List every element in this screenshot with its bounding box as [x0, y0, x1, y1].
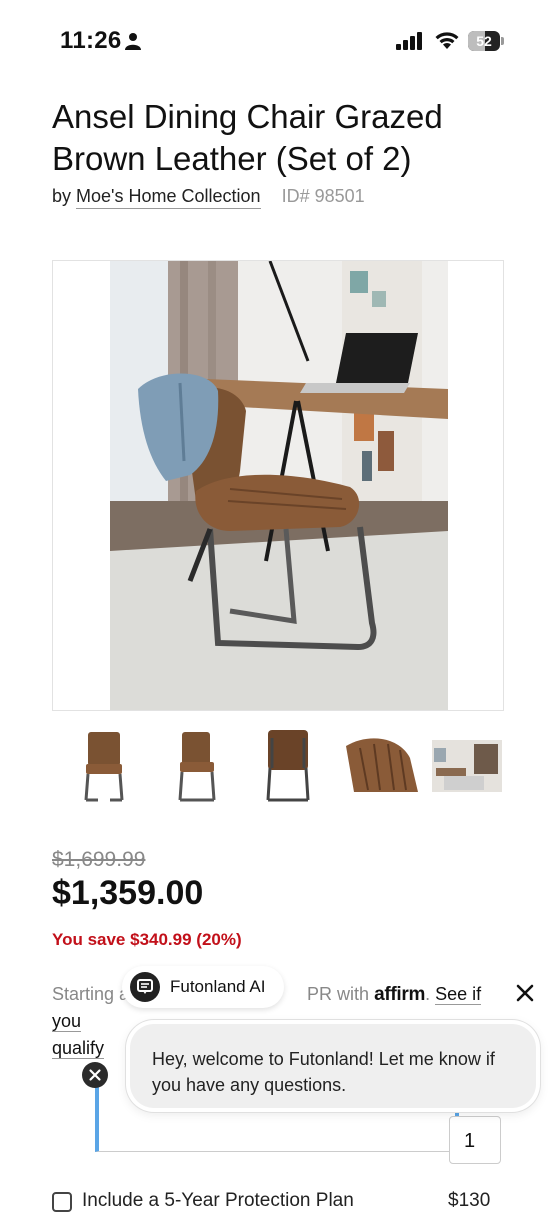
thumbnail-1[interactable]: [62, 728, 146, 808]
chair-room-photo: [110, 261, 448, 710]
product-sku: ID# 98501: [281, 186, 365, 206]
status-bar: 11:26 52: [0, 0, 554, 84]
chair-front-thumb-icon: [84, 732, 124, 802]
futonland-ai-chip[interactable]: Futonland AI: [122, 966, 284, 1008]
brand-link[interactable]: Moe's Home Collection: [76, 186, 261, 209]
protection-plan-row[interactable]: Include a 5-Year Protection Plan $130: [52, 1186, 502, 1216]
chat-bubble-icon: [130, 972, 160, 1002]
ai-chip-label: Futonland AI: [170, 977, 266, 996]
protection-plan-label: Include a 5-Year Protection Plan: [82, 1190, 354, 1211]
close-circle-icon: [89, 1069, 101, 1081]
status-time: 11:26: [60, 27, 122, 54]
thumbnail-3[interactable]: [246, 728, 330, 808]
room-scene-thumb-icon: [432, 740, 502, 792]
thumbnail-2[interactable]: [154, 728, 238, 808]
wifi-icon: [435, 32, 459, 49]
battery-percent: 52: [476, 33, 492, 49]
chair-back-thumb-icon: [266, 730, 310, 802]
chat-close-button[interactable]: [82, 1062, 108, 1088]
original-price: $1,699.99: [52, 848, 146, 871]
thumbnail-4[interactable]: [340, 728, 424, 808]
by-label: by: [52, 186, 72, 206]
protection-plan-price: $130: [448, 1190, 491, 1211]
qualify-link[interactable]: qualify: [52, 1038, 105, 1059]
affirm-logo: affirm: [374, 984, 426, 1005]
cellular-signal-icon: [396, 32, 422, 50]
main-product-image[interactable]: [52, 260, 504, 711]
chat-message: Hey, welcome to Futonland! Let me know i…: [152, 1049, 495, 1095]
savings-text: You save $340.99 (20%): [52, 930, 242, 949]
chair-side-thumb-icon: [178, 732, 216, 802]
quantity-input[interactable]: 1: [449, 1116, 501, 1164]
financing-suffix: PR with: [307, 984, 370, 1004]
chat-welcome-bubble[interactable]: Hey, welcome to Futonland! Let me know i…: [126, 1020, 540, 1112]
product-byline: by Moe's Home Collection ID# 98501: [52, 186, 365, 209]
close-icon[interactable]: [512, 980, 538, 1006]
thumbnail-strip: [62, 728, 512, 808]
chair-detail-thumb-icon: [346, 738, 418, 792]
person-icon: [125, 33, 141, 50]
battery-indicator: 52: [468, 31, 504, 51]
financing-prefix: Starting a: [52, 984, 130, 1004]
thumbnail-5[interactable]: [430, 728, 514, 808]
protection-plan-checkbox[interactable]: [52, 1192, 72, 1212]
product-title: Ansel Dining Chair Grazed Brown Leather …: [52, 98, 443, 177]
sale-price: $1,359.00: [52, 874, 204, 912]
